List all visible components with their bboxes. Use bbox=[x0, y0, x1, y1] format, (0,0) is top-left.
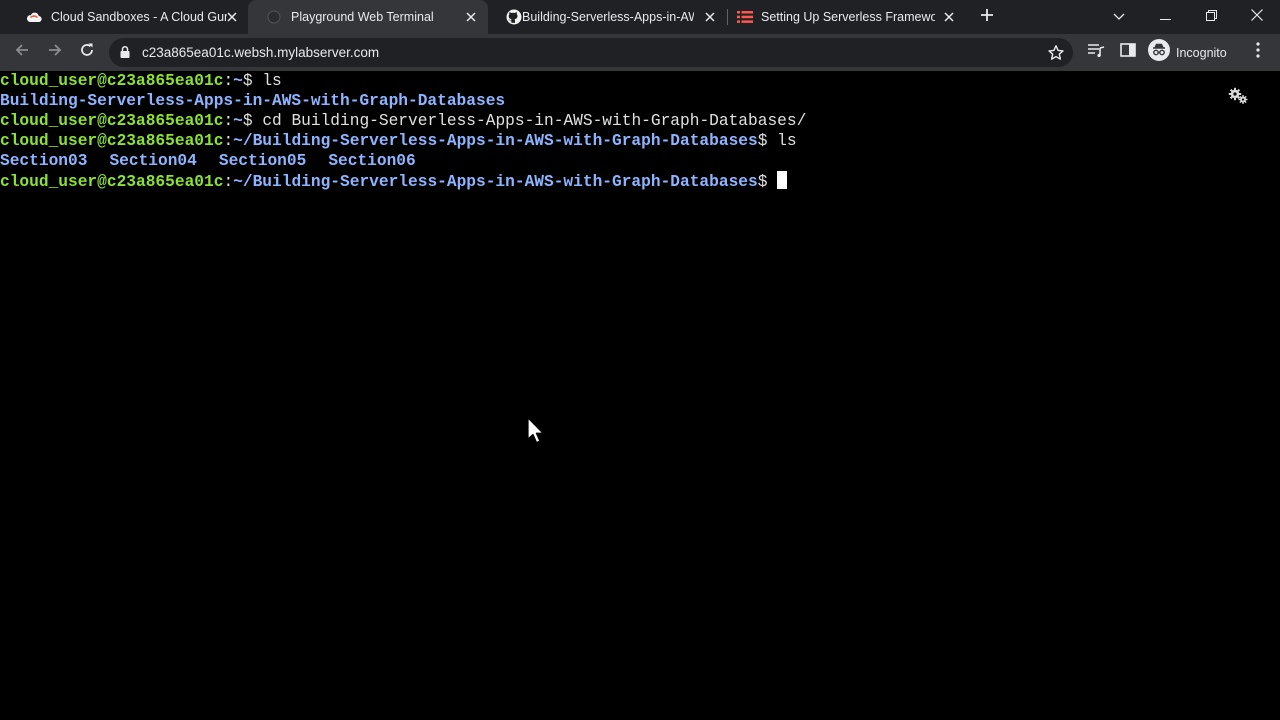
prompt-path: ~/Building-Serverless-Apps-in-AWS-with-G… bbox=[233, 173, 758, 191]
prompt-user: cloud_user@c23a865ea01c bbox=[0, 112, 224, 130]
tab-title: Playground Web Terminal bbox=[291, 10, 434, 24]
prompt-separator: : bbox=[223, 173, 234, 191]
incognito-icon bbox=[1148, 39, 1170, 66]
command-text: cd Building-Serverless-Apps-in-AWS-with-… bbox=[262, 112, 807, 130]
terminal-cursor bbox=[777, 171, 788, 189]
tab-playground-web-terminal[interactable]: Playground Web Terminal bbox=[248, 0, 488, 34]
reload-button[interactable] bbox=[75, 40, 99, 64]
web-terminal[interactable]: cloud_user@c23a865ea01c:~$ ls Building-S… bbox=[0, 71, 1280, 720]
restore-icon bbox=[1205, 8, 1217, 26]
mouse-pointer-icon bbox=[527, 417, 545, 445]
terminal-line: cloud_user@c23a865ea01c:~/Building-Serve… bbox=[0, 131, 1260, 151]
directory-entry: Section05 bbox=[218, 152, 307, 170]
restore-button[interactable] bbox=[1198, 4, 1224, 30]
close-icon[interactable] bbox=[224, 9, 240, 25]
directory-entry: Building-Serverless-Apps-in-AWS-with-Gra… bbox=[0, 92, 506, 110]
tab-github-repo[interactable]: Building-Serverless-Apps-in-AWS bbox=[488, 0, 726, 34]
close-icon[interactable] bbox=[463, 9, 479, 25]
reload-icon bbox=[79, 42, 95, 63]
arrow-left-icon bbox=[14, 42, 30, 63]
prompt-user: cloud_user@c23a865ea01c bbox=[0, 132, 224, 150]
tab-cloud-sandboxes[interactable]: Cloud Sandboxes - A Cloud Guru bbox=[8, 0, 248, 34]
terminal-line: Section03 Section04 Section05 Section06 bbox=[0, 151, 1260, 171]
command-text: ls bbox=[262, 72, 282, 90]
cloud-icon bbox=[26, 9, 42, 25]
terminal-settings-button[interactable] bbox=[1227, 87, 1249, 105]
minimize-button[interactable] bbox=[1152, 4, 1178, 30]
tab-title: Setting Up Serverless Framework bbox=[761, 10, 935, 24]
prompt-symbol: $ bbox=[242, 112, 263, 130]
incognito-profile-button[interactable]: Incognito bbox=[1148, 39, 1227, 66]
url-text[interactable]: c23a865ea01c.websh.mylabserver.com bbox=[142, 45, 379, 61]
tab-title: Building-Serverless-Apps-in-AWS bbox=[522, 10, 694, 24]
close-icon[interactable] bbox=[941, 9, 957, 25]
profile-label: Incognito bbox=[1176, 45, 1227, 60]
side-panel-icon bbox=[1120, 42, 1136, 62]
tab-title: Cloud Sandboxes - A Cloud Guru bbox=[51, 10, 227, 24]
prompt-separator: : bbox=[223, 112, 234, 130]
terminal-globe-icon bbox=[266, 9, 282, 25]
terminal-line: cloud_user@c23a865ea01c:~/Building-Serve… bbox=[0, 171, 1260, 191]
menu-button[interactable] bbox=[1248, 41, 1268, 63]
terminal-line: Building-Serverless-Apps-in-AWS-with-Gra… bbox=[0, 91, 1260, 111]
plus-icon bbox=[980, 8, 994, 27]
minimize-icon bbox=[1159, 8, 1171, 26]
close-window-button[interactable] bbox=[1244, 4, 1270, 30]
lock-icon[interactable] bbox=[118, 45, 132, 59]
prompt-path: ~/Building-Serverless-Apps-in-AWS-with-G… bbox=[233, 132, 758, 150]
prompt-symbol: $ bbox=[757, 173, 768, 191]
prompt-user: cloud_user@c23a865ea01c bbox=[0, 173, 224, 191]
serverless-icon bbox=[737, 9, 753, 25]
tab-strip: Cloud Sandboxes - A Cloud Guru Playgroun… bbox=[0, 0, 1280, 34]
terminal-output: cloud_user@c23a865ea01c:~$ ls Building-S… bbox=[0, 71, 1260, 191]
directory-entry: Section03 bbox=[0, 152, 88, 170]
tab-search-button[interactable] bbox=[1106, 4, 1132, 30]
side-panel-button[interactable] bbox=[1118, 42, 1138, 62]
new-tab-button[interactable] bbox=[977, 7, 997, 27]
terminal-line: cloud_user@c23a865ea01c:~$ ls bbox=[0, 71, 1260, 91]
github-icon bbox=[506, 9, 522, 25]
tab-serverless-framework[interactable]: Setting Up Serverless Framework bbox=[728, 0, 966, 34]
media-queue-icon bbox=[1087, 43, 1105, 62]
address-bar[interactable]: c23a865ea01c.websh.mylabserver.com bbox=[109, 38, 1073, 67]
directory-entry: Section06 bbox=[328, 152, 416, 170]
prompt-path: ~ bbox=[233, 72, 243, 90]
prompt-symbol: $ bbox=[757, 132, 778, 150]
prompt-separator: : bbox=[223, 72, 234, 90]
bookmark-star-icon[interactable] bbox=[1047, 44, 1065, 62]
prompt-symbol: $ bbox=[242, 72, 263, 90]
prompt-separator: : bbox=[223, 132, 234, 150]
directory-entry: Section04 bbox=[109, 152, 197, 170]
forward-button[interactable] bbox=[43, 40, 67, 64]
back-button[interactable] bbox=[10, 40, 34, 64]
chevron-down-icon bbox=[1113, 8, 1125, 26]
prompt-path: ~ bbox=[233, 112, 243, 130]
close-icon[interactable] bbox=[702, 9, 718, 25]
command-text: ls bbox=[777, 132, 797, 150]
browser-toolbar: c23a865ea01c.websh.mylabserver.com Incog… bbox=[0, 34, 1280, 71]
terminal-line: cloud_user@c23a865ea01c:~$ cd Building-S… bbox=[0, 111, 1260, 131]
more-vertical-icon bbox=[1256, 41, 1260, 63]
reading-list-button[interactable] bbox=[1086, 42, 1106, 62]
gears-icon bbox=[1227, 87, 1249, 109]
arrow-right-icon bbox=[47, 42, 63, 63]
prompt-user: cloud_user@c23a865ea01c bbox=[0, 72, 224, 90]
close-icon bbox=[1251, 8, 1263, 26]
